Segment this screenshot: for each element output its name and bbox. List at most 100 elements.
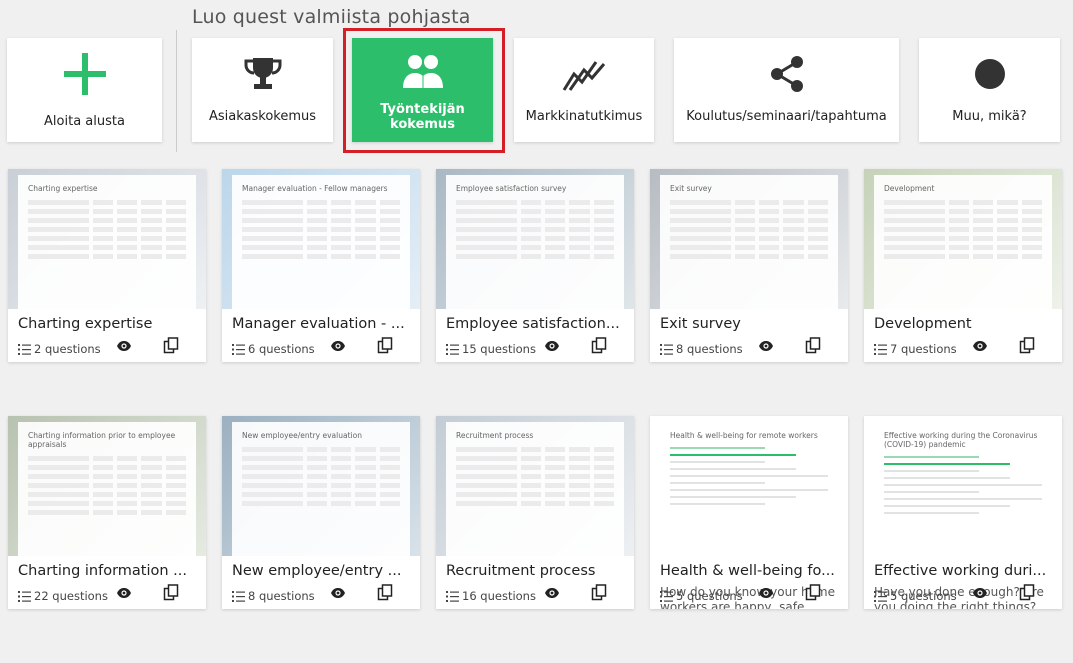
template-footer: 2 questions: [8, 336, 206, 362]
question-count: 16 questions: [446, 589, 536, 603]
template-preview-image: Exit survey: [650, 169, 848, 309]
list-icon: [446, 590, 459, 602]
template-card[interactable]: Manager evaluation - Fellow managers Mana…: [222, 169, 420, 362]
question-count-label: 5 questions: [676, 589, 743, 603]
page-title: Luo quest valmiista pohjasta: [192, 6, 471, 28]
preview-eye-icon[interactable]: [972, 587, 988, 599]
question-count: 7 questions: [874, 342, 957, 356]
category-label: Markkinatutkimus: [525, 109, 643, 124]
list-icon: [660, 590, 673, 602]
trophy-icon: [243, 38, 283, 102]
list-icon: [232, 343, 245, 355]
template-card[interactable]: Charting expertise Charting expertise 2 qu…: [8, 169, 206, 362]
question-count: 8 questions: [660, 342, 743, 356]
question-count: 22 questions: [18, 589, 108, 603]
template-footer: 16 questions: [436, 583, 634, 609]
preview-eye-icon[interactable]: [758, 340, 774, 352]
preview-eye-icon[interactable]: [116, 340, 132, 352]
list-icon: [18, 590, 31, 602]
category-training-event[interactable]: Koulutus/seminaari/tapahtuma: [674, 38, 899, 142]
template-card[interactable]: New employee/entry evaluation New employe…: [222, 416, 420, 609]
template-picker: { "header": {"title": "Luo quest valmiis…: [0, 0, 1073, 663]
template-footer: 22 questions: [8, 583, 206, 609]
preview-eye-icon[interactable]: [330, 340, 346, 352]
question-count-label: 7 questions: [890, 342, 957, 356]
template-preview-image: Charting information prior to employee a…: [8, 416, 206, 556]
preview-eye-icon[interactable]: [330, 587, 346, 599]
preview-title: Effective working during the Coronavirus…: [884, 431, 1038, 449]
template-preview-image: Effective working during the Coronavirus…: [864, 416, 1062, 556]
category-customer-experience[interactable]: Asiakaskokemus: [192, 38, 333, 142]
template-title: New employee/entry ...: [232, 563, 402, 579]
copy-icon[interactable]: [163, 337, 180, 354]
template-card[interactable]: Effective working during the Coronavirus…: [864, 416, 1062, 609]
copy-icon[interactable]: [377, 337, 394, 354]
template-card[interactable]: Exit survey Exit survey 8 questions: [650, 169, 848, 362]
template-card[interactable]: Development Development 7 questions: [864, 169, 1062, 362]
preview-eye-icon[interactable]: [972, 340, 988, 352]
list-icon: [660, 343, 673, 355]
template-card[interactable]: Health & well-being for remote workers He…: [650, 416, 848, 609]
copy-icon[interactable]: [377, 584, 394, 601]
template-preview-image: New employee/entry evaluation: [222, 416, 420, 556]
template-card[interactable]: Recruitment process Recruitment process 16…: [436, 416, 634, 609]
copy-icon[interactable]: [591, 584, 608, 601]
circle-icon: [972, 38, 1008, 102]
template-card[interactable]: Charting information prior to employee a…: [8, 416, 206, 609]
preview-title: Charting information prior to employee a…: [28, 431, 176, 449]
selected-category-highlight: [343, 28, 505, 153]
template-card[interactable]: Employee satisfaction survey Employee sat…: [436, 169, 634, 362]
list-icon: [232, 590, 245, 602]
template-title: Exit survey: [660, 316, 741, 332]
template-preview-image: Employee satisfaction survey: [436, 169, 634, 309]
template-title: Manager evaluation - ...: [232, 316, 405, 332]
preview-title: Recruitment process: [456, 431, 534, 440]
copy-icon[interactable]: [1019, 584, 1036, 601]
preview-title: Health & well-being for remote workers: [670, 431, 818, 440]
question-count: 15 questions: [446, 342, 536, 356]
category-label: Koulutus/seminaari/tapahtuma: [686, 109, 887, 124]
preview-title: Manager evaluation - Fellow managers: [242, 184, 388, 193]
preview-title: Exit survey: [670, 184, 712, 193]
template-preview-image: Development: [864, 169, 1062, 309]
preview-eye-icon[interactable]: [758, 587, 774, 599]
template-footer: 7 questions: [864, 336, 1062, 362]
preview-title: Charting expertise: [28, 184, 98, 193]
category-market-research[interactable]: Markkinatutkimus: [514, 38, 654, 142]
template-preview-image: Health & well-being for remote workers: [650, 416, 848, 556]
share-icon: [767, 38, 807, 102]
copy-icon[interactable]: [805, 337, 822, 354]
template-title: Charting information ...: [18, 563, 188, 579]
question-count: 5 questions: [874, 589, 957, 603]
copy-icon[interactable]: [1019, 337, 1036, 354]
question-count-label: 6 questions: [248, 342, 315, 356]
preview-title: Development: [884, 184, 935, 193]
category-start-blank[interactable]: Aloita alusta: [7, 38, 162, 142]
preview-eye-icon[interactable]: [544, 587, 560, 599]
template-title: Health & well-being fo...: [660, 563, 835, 579]
preview-eye-icon[interactable]: [544, 340, 560, 352]
category-label: Asiakaskokemus: [208, 109, 317, 124]
question-count-label: 8 questions: [676, 342, 743, 356]
question-count: 5 questions: [660, 589, 743, 603]
template-title: Recruitment process: [446, 563, 596, 579]
template-footer: 15 questions: [436, 336, 634, 362]
preview-title: New employee/entry evaluation: [242, 431, 362, 440]
question-count: 2 questions: [18, 342, 101, 356]
preview-title: Employee satisfaction survey: [456, 184, 567, 193]
list-icon: [446, 343, 459, 355]
divider: [176, 30, 177, 152]
question-count-label: 2 questions: [34, 342, 101, 356]
copy-icon[interactable]: [163, 584, 180, 601]
template-footer: 8 questions: [222, 583, 420, 609]
preview-eye-icon[interactable]: [116, 587, 132, 599]
template-footer: 8 questions: [650, 336, 848, 362]
list-icon: [874, 590, 887, 602]
template-footer: 5 questions: [650, 583, 848, 609]
question-count-label: 8 questions: [248, 589, 315, 603]
template-title: Employee satisfaction...: [446, 316, 620, 332]
question-count: 8 questions: [232, 589, 315, 603]
copy-icon[interactable]: [805, 584, 822, 601]
copy-icon[interactable]: [591, 337, 608, 354]
category-other[interactable]: Muu, mikä?: [919, 38, 1060, 142]
